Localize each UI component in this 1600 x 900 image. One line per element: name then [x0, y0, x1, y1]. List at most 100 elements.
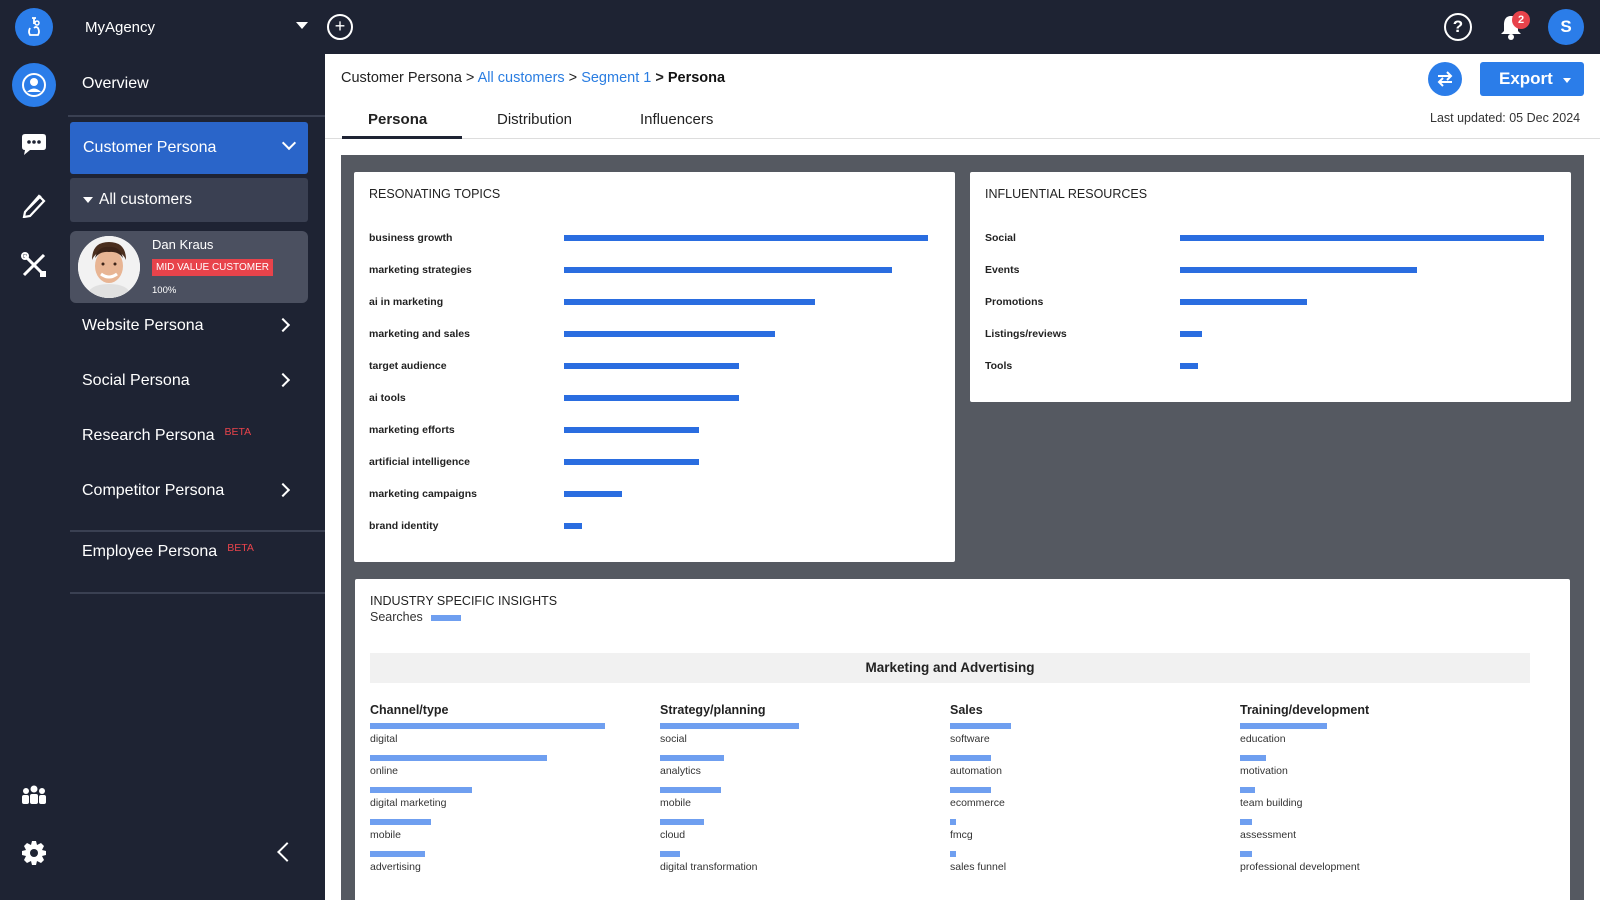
persona-nav-icon[interactable] — [12, 63, 56, 107]
bar-row: Listings/reviews — [985, 328, 1544, 342]
bar[interactable] — [370, 819, 431, 825]
bar-label: social — [660, 733, 687, 745]
sidebar-item-overview[interactable]: Overview — [82, 75, 149, 93]
bar-label: ai in marketing — [369, 296, 444, 308]
bar[interactable] — [370, 851, 425, 857]
bar[interactable] — [950, 819, 956, 825]
app-logo-icon[interactable] — [15, 8, 53, 46]
persona-name: Dan Kraus — [152, 237, 214, 252]
breadcrumb-root[interactable]: Customer Persona — [341, 70, 462, 86]
sidebar-divider — [70, 592, 325, 594]
bar[interactable] — [660, 851, 680, 857]
bar[interactable] — [950, 851, 956, 857]
tabs-divider — [325, 138, 1600, 139]
bar[interactable] — [950, 723, 1011, 729]
persona-card-dan-kraus[interactable]: Dan Kraus MID VALUE CUSTOMER 100% — [70, 231, 308, 303]
sidebar-item-website-persona[interactable]: Website Persona — [82, 317, 291, 335]
user-avatar[interactable]: S — [1548, 9, 1584, 45]
bar-label: Social — [985, 232, 1016, 244]
sidebar-item-customer-persona[interactable]: Customer Persona — [70, 122, 308, 174]
bar[interactable] — [370, 723, 605, 729]
bar[interactable] — [564, 299, 815, 305]
chevron-down-icon — [1563, 78, 1571, 83]
bar[interactable] — [564, 427, 699, 433]
bar-label: education — [1240, 733, 1286, 745]
sync-icon[interactable] — [1428, 62, 1462, 96]
bar[interactable] — [660, 819, 704, 825]
tools-nav-icon[interactable] — [14, 245, 54, 285]
bar[interactable] — [1240, 851, 1252, 857]
bar-row: Promotions — [985, 296, 1544, 310]
breadcrumb-segment[interactable]: Segment 1 — [581, 70, 651, 86]
resonating-topics-panel: RESONATING TOPICS business growth marketi… — [354, 172, 955, 562]
tab-distribution[interactable]: Distribution — [497, 111, 572, 128]
agency-selector-label[interactable]: MyAgency — [85, 19, 155, 36]
team-nav-icon[interactable] — [14, 775, 54, 815]
chat-nav-icon[interactable] — [14, 125, 54, 165]
bar[interactable] — [660, 787, 721, 793]
bar[interactable] — [564, 363, 739, 369]
sidebar: Overview Customer Persona All customers … — [68, 54, 325, 900]
breadcrumb-all-customers[interactable]: All customers — [478, 70, 565, 86]
bar[interactable] — [564, 491, 622, 497]
edit-nav-icon[interactable] — [14, 185, 54, 225]
industry-item: social — [660, 723, 940, 751]
industry-item: professional development — [1240, 851, 1520, 879]
bar[interactable] — [950, 787, 991, 793]
bar[interactable] — [1240, 819, 1252, 825]
sidebar-item-employee-persona[interactable]: Employee Persona BETA — [82, 542, 254, 561]
bar-row: Tools — [985, 360, 1544, 374]
column-title: Training/development — [1240, 703, 1370, 717]
bar[interactable] — [1180, 235, 1544, 241]
agency-dropdown-caret-icon[interactable] — [296, 22, 308, 29]
chevron-right-icon — [275, 372, 291, 388]
sidebar-item-label: Employee Persona — [82, 543, 218, 560]
tab-persona[interactable]: Persona — [368, 111, 427, 128]
export-button[interactable]: Export — [1480, 62, 1584, 96]
industry-item: team building — [1240, 787, 1520, 815]
bar[interactable] — [1240, 755, 1266, 761]
bar[interactable] — [564, 523, 582, 529]
bar[interactable] — [660, 723, 799, 729]
export-button-label: Export — [1499, 69, 1553, 88]
bar[interactable] — [564, 459, 699, 465]
bar[interactable] — [1180, 267, 1417, 273]
sidebar-item-social-persona[interactable]: Social Persona — [82, 372, 291, 390]
bar[interactable] — [950, 755, 991, 761]
sidebar-divider — [70, 530, 325, 532]
bar[interactable] — [1240, 723, 1327, 729]
bar[interactable] — [1240, 787, 1255, 793]
bar-label: cloud — [660, 829, 686, 841]
bar[interactable] — [564, 267, 892, 273]
bar[interactable] — [370, 787, 472, 793]
tab-influencers[interactable]: Influencers — [640, 111, 713, 128]
bar[interactable] — [370, 755, 547, 761]
settings-gear-icon[interactable] — [14, 833, 54, 873]
bar-label: Events — [985, 264, 1020, 276]
panel-title: RESONATING TOPICS — [369, 187, 501, 201]
bar[interactable] — [1180, 363, 1198, 369]
sidebar-item-competitor-persona[interactable]: Competitor Persona — [82, 482, 291, 500]
breadcrumb-separator: > — [564, 70, 582, 86]
bar-label: mobile — [660, 797, 691, 809]
bar[interactable] — [564, 331, 775, 337]
bar-row: business growth — [369, 232, 928, 246]
sidebar-item-all-customers[interactable]: All customers — [70, 178, 308, 222]
bar[interactable] — [564, 395, 739, 401]
last-updated-text: Last updated: 05 Dec 2024 — [1430, 111, 1581, 125]
bar-label: software — [950, 733, 990, 745]
industry-item: mobile — [370, 819, 650, 847]
influential-resources-panel: INFLUENTIAL RESOURCES Social Events Promot… — [970, 172, 1571, 402]
sidebar-item-research-persona[interactable]: Research Persona BETA — [82, 426, 251, 445]
bar[interactable] — [1180, 331, 1202, 337]
chevron-right-icon — [275, 317, 291, 333]
bar[interactable] — [660, 755, 724, 761]
chevron-down-icon — [281, 135, 297, 151]
help-icon[interactable]: ? — [1444, 13, 1472, 41]
add-button[interactable]: + — [327, 14, 353, 40]
industry-column: Channel/type digital online digital marketi… — [370, 703, 660, 873]
main-content: Customer Persona > All customers > Segme… — [325, 54, 1600, 900]
bar[interactable] — [564, 235, 928, 241]
bar[interactable] — [1180, 299, 1307, 305]
bar-label: artificial intelligence — [369, 456, 470, 468]
